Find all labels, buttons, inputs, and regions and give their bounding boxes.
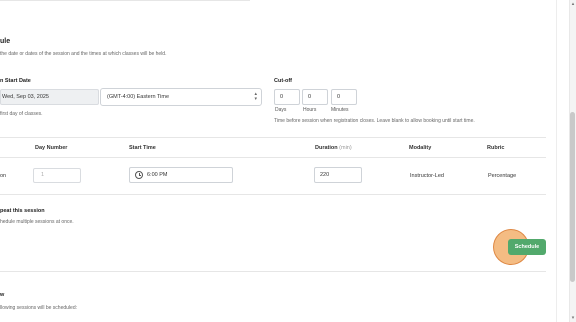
cutoff-minutes-input[interactable]: 0 bbox=[331, 89, 357, 105]
scroll-down-icon[interactable]: ▾ bbox=[570, 315, 576, 321]
cutoff-help: Time before session when registration cl… bbox=[274, 118, 475, 124]
cutoff-days-label: Days bbox=[275, 107, 287, 113]
day-number-input[interactable]: 1 bbox=[33, 168, 81, 183]
timezone-value: (GMT-4:00) Eastern Time bbox=[107, 94, 170, 100]
header-modality: Modality bbox=[409, 145, 432, 151]
rubric-value: Percentage bbox=[488, 173, 517, 179]
row-left-fragment: on bbox=[0, 173, 7, 179]
timezone-select[interactable]: (GMT-4:00) Eastern Time ▴ ▾ bbox=[100, 88, 262, 106]
duration-input[interactable]: 220 bbox=[314, 167, 362, 183]
scroll-up-icon[interactable]: ▴ bbox=[570, 1, 576, 7]
start-date-help: first day of classes. bbox=[0, 111, 43, 117]
header-duration-label: Duration bbox=[315, 145, 338, 151]
cutoff-label: Cut-off bbox=[274, 78, 293, 84]
cutoff-hours-input[interactable]: 0 bbox=[302, 89, 328, 105]
schedule-button[interactable]: Schedule bbox=[508, 239, 546, 255]
header-start-time: Start Time bbox=[129, 145, 156, 151]
cutoff-days-input[interactable]: 0 bbox=[274, 89, 300, 105]
cutoff-hours-label: Hours bbox=[303, 107, 317, 113]
header-duration-unit: (min) bbox=[339, 145, 352, 151]
start-time-value: 6:00 PM bbox=[147, 172, 168, 178]
modality-value: Instructor-Led bbox=[410, 173, 444, 179]
table-bottom-divider bbox=[0, 194, 546, 195]
table-top-divider bbox=[0, 137, 546, 138]
repeat-session-title: peat this session bbox=[0, 208, 45, 214]
preview-divider bbox=[0, 271, 546, 272]
select-chevrons-icon: ▴ ▾ bbox=[254, 91, 257, 102]
clock-icon bbox=[135, 171, 143, 179]
table-header-divider bbox=[0, 157, 546, 158]
start-time-input[interactable]: 6:00 PM bbox=[129, 167, 233, 183]
cutoff-minutes-label: Minutes bbox=[331, 107, 349, 113]
repeat-session-description: hedule multiple sessions at once. bbox=[0, 219, 74, 225]
preview-title: w bbox=[0, 292, 5, 298]
header-day-number: Day Number bbox=[35, 145, 68, 151]
scrollbar-thumb[interactable] bbox=[570, 112, 575, 282]
preview-description: llowing sessions will be scheduled: bbox=[0, 305, 77, 311]
start-date-input[interactable]: Wed, Sep 03, 2025 bbox=[0, 89, 99, 105]
header-duration: Duration (min) bbox=[315, 145, 352, 151]
schedule-section-title: ule bbox=[0, 38, 11, 45]
content-right-border bbox=[556, 0, 557, 322]
top-divider bbox=[0, 0, 250, 4]
schedule-section-description: the date or dates of the session and the… bbox=[0, 51, 167, 57]
start-date-label: n Start Date bbox=[0, 78, 31, 84]
header-rubric: Rubric bbox=[487, 145, 505, 151]
